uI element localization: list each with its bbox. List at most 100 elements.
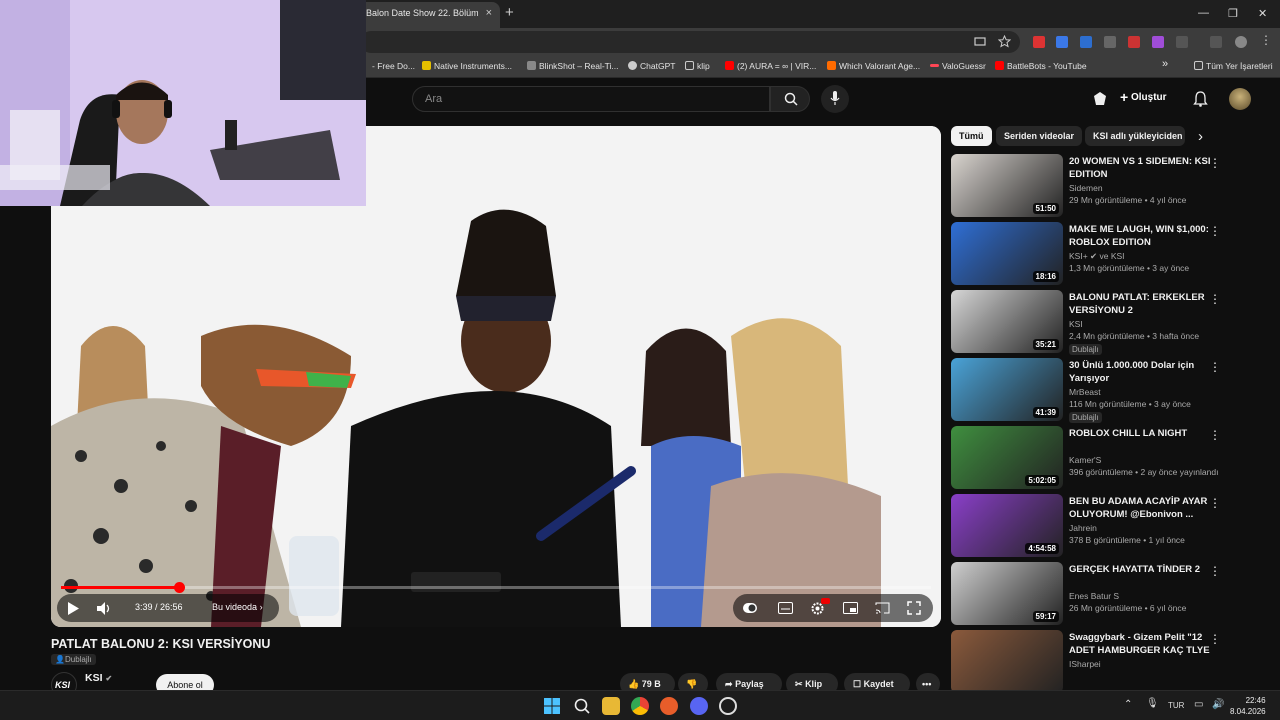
address-bar[interactable] [360, 31, 1020, 53]
recommendation-title[interactable]: 20 WOMEN VS 1 SIDEMEN: KSI EDITION [1069, 155, 1211, 181]
fullscreen-icon[interactable] [907, 601, 921, 615]
more-vertical-icon[interactable]: ⋮ [1209, 156, 1221, 170]
premium-badge-icon[interactable] [1092, 91, 1108, 107]
bookmark-item[interactable]: - Free Do... [372, 61, 415, 71]
more-vertical-icon[interactable]: ⋮ [1209, 632, 1221, 646]
account-avatar[interactable] [1229, 88, 1251, 110]
bookmark-item[interactable]: ChatGPT [628, 61, 675, 71]
microphone-tray-icon[interactable]: 🎙 [1146, 698, 1159, 709]
recommendation-channel[interactable]: Jahrein [1069, 523, 1097, 533]
app-icon[interactable] [719, 697, 737, 715]
search-button[interactable] [770, 86, 810, 112]
bookmarks-overflow-icon[interactable]: » [1162, 58, 1168, 70]
recommendation-item[interactable]: 18:16 MAKE ME LAUGH, WIN $1,000: ROBLOX E… [951, 222, 1271, 286]
more-vertical-icon[interactable]: ⋮ [1209, 292, 1221, 306]
new-tab-button[interactable]: + [505, 4, 514, 21]
video-thumbnail[interactable]: 18:16 [951, 222, 1063, 285]
bookmark-item[interactable]: (2) AURA = ∞ | VIR... [725, 61, 816, 71]
recommendation-item[interactable]: 41:39 30 Ünlü 1.000.000 Dolar için Yarışı… [951, 358, 1271, 423]
volume-tray-icon[interactable]: 🔊 [1212, 699, 1224, 710]
file-explorer-icon[interactable] [602, 697, 620, 715]
bookmark-item[interactable]: Native Instruments... [422, 61, 512, 71]
recommendation-channel[interactable]: Kamer'S [1069, 455, 1101, 465]
extension-icon[interactable] [1080, 36, 1092, 48]
search-input[interactable]: Ara [412, 86, 770, 112]
voice-search-button[interactable] [821, 85, 849, 113]
cast-icon[interactable] [875, 602, 890, 614]
chrome-icon[interactable] [631, 697, 649, 715]
hls-extension-icon[interactable] [1128, 36, 1140, 48]
recommendation-title[interactable]: BALONU PATLAT: ERKEKLER VERSİYONU 2 [1069, 291, 1211, 317]
bookmark-item[interactable]: Which Valorant Age... [827, 61, 920, 71]
volume-icon[interactable] [97, 602, 112, 615]
subtitles-icon[interactable] [778, 602, 793, 614]
windows-start-icon[interactable] [543, 697, 561, 715]
recommendation-channel[interactable]: Enes Batur S [1069, 591, 1119, 601]
media-controls-icon[interactable] [1210, 36, 1222, 48]
recommendation-channel[interactable]: KSI+ ✔ ve KSI [1069, 251, 1125, 262]
progress-bar[interactable] [61, 582, 931, 593]
language-indicator[interactable]: TUR [1168, 701, 1184, 710]
video-thumbnail[interactable]: 4:54:58 [951, 494, 1063, 557]
browser-menu-icon[interactable]: ⋮ [1260, 33, 1272, 47]
recommendation-title[interactable]: GERÇEK HAYATTA TİNDER 2 [1069, 563, 1211, 576]
restore-button[interactable]: ❐ [1228, 7, 1238, 20]
recommendation-title[interactable]: MAKE ME LAUGH, WIN $1,000: ROBLOX EDITIO… [1069, 223, 1211, 249]
video-thumbnail[interactable] [951, 630, 1063, 693]
create-button[interactable]: + Oluştur [1120, 89, 1167, 105]
profile-avatar-icon[interactable] [1235, 36, 1247, 48]
video-thumbnail[interactable]: 59:17 [951, 562, 1063, 625]
chips-next-icon[interactable]: › [1198, 128, 1203, 145]
discord-icon[interactable] [690, 697, 708, 715]
video-thumbnail[interactable]: 35:21 [951, 290, 1063, 353]
video-thumbnail[interactable]: 5:02:05 [951, 426, 1063, 489]
recommendation-channel[interactable]: Sidemen [1069, 183, 1103, 193]
recommendation-channel[interactable]: KSI [1069, 319, 1083, 329]
system-clock[interactable]: 22:46 8.04.2026 [1230, 695, 1266, 717]
bookmark-item[interactable]: klip [685, 61, 710, 71]
tray-overflow-icon[interactable]: ⌃ [1124, 699, 1132, 710]
recommendation-channel[interactable]: ISharpei [1069, 659, 1101, 669]
video-thumbnail[interactable]: 41:39 [951, 358, 1063, 421]
channel-name[interactable]: KSI ✔ [85, 672, 112, 684]
video-thumbnail[interactable]: 51:50 [951, 154, 1063, 217]
more-vertical-icon[interactable]: ⋮ [1209, 360, 1221, 374]
miniplayer-icon[interactable] [843, 602, 858, 614]
recommendation-title[interactable]: Swaggybark - Gizem Pelit "12 ADET HAMBUR… [1069, 631, 1211, 657]
notifications-bell-icon[interactable] [1193, 91, 1208, 107]
recommendation-title[interactable]: ROBLOX CHILL LA NIGHT [1069, 427, 1211, 440]
recommendation-item[interactable]: 35:21 BALONU PATLAT: ERKEKLER VERSİYONU 2… [951, 290, 1271, 355]
more-vertical-icon[interactable]: ⋮ [1209, 564, 1221, 578]
bookmark-item[interactable]: ValoGuessr [930, 61, 986, 71]
bookmark-item[interactable]: BlinkShot – Real-Ti... [527, 61, 619, 71]
extension-icon[interactable] [1056, 36, 1068, 48]
tab-close-icon[interactable]: × [486, 7, 492, 19]
close-window-button[interactable]: ✕ [1258, 7, 1267, 20]
more-vertical-icon[interactable]: ⋮ [1209, 428, 1221, 442]
extensions-puzzle-icon[interactable] [1176, 36, 1188, 48]
all-bookmarks[interactable]: Tüm Yer İşaretleri [1194, 61, 1273, 71]
extension-icon[interactable] [1104, 36, 1116, 48]
recommendation-item[interactable]: Swaggybark - Gizem Pelit "12 ADET HAMBUR… [951, 630, 1271, 694]
extension-icon[interactable] [1152, 36, 1164, 48]
recommendation-title[interactable]: BEN BU ADAMA ACAYİP AYAR OLUYORUM! @Ebon… [1069, 495, 1211, 521]
install-app-icon[interactable] [974, 36, 986, 48]
chip-from-uploader[interactable]: KSI adlı yükleyiciden [1085, 126, 1185, 146]
more-vertical-icon[interactable]: ⋮ [1209, 224, 1221, 238]
taskbar-search-icon[interactable] [573, 697, 591, 715]
chip-series[interactable]: Seriden videolar [996, 126, 1083, 146]
recommendation-title[interactable]: 30 Ünlü 1.000.000 Dolar için Yarışıyor [1069, 359, 1211, 385]
display-icon[interactable]: ▭ [1194, 699, 1203, 710]
play-icon[interactable] [67, 602, 79, 615]
minimize-button[interactable]: — [1198, 7, 1209, 19]
recommendation-item[interactable]: 59:17 GERÇEK HAYATTA TİNDER 2 Enes Batur S… [951, 562, 1271, 626]
browser-tab-active[interactable]: Balon Date Show 22. Bölüm - Y × [352, 2, 500, 28]
app-icon[interactable] [660, 697, 678, 715]
bookmark-star-icon[interactable] [998, 35, 1011, 48]
recommendation-item[interactable]: 4:54:58 BEN BU ADAMA ACAYİP AYAR OLUYORUM… [951, 494, 1271, 558]
chip-all[interactable]: Tümü [951, 126, 992, 146]
autoplay-toggle-icon[interactable] [743, 602, 757, 614]
extension-icon[interactable] [1033, 36, 1045, 48]
recommendation-item[interactable]: 51:50 20 WOMEN VS 1 SIDEMEN: KSI EDITION S… [951, 154, 1271, 218]
bookmark-item[interactable]: BattleBots - YouTube [995, 61, 1087, 71]
